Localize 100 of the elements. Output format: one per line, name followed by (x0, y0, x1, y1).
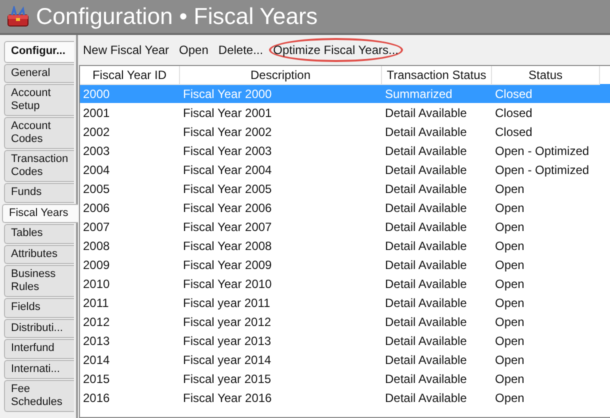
sidebar-tab[interactable]: Business Rules (4, 265, 74, 297)
table-cell-text: Detail Available (384, 220, 468, 234)
table-row[interactable]: 2006 Fiscal Year 2006 Detail Available Open (80, 198, 610, 217)
table-cell-text: Closed (494, 106, 534, 120)
table-cell-text: Fiscal Year 2005 (182, 182, 273, 196)
table-cell-text: Detail Available (384, 124, 468, 138)
table-row[interactable]: 2008 Fiscal Year 2008 Detail Available Open (80, 236, 610, 255)
table-cell-text: Fiscal Year 2010 (182, 276, 273, 290)
table-cell-text: Detail Available (384, 258, 468, 272)
table-cell-text: Closed (494, 124, 534, 138)
table-cell-text: Detail Available (384, 276, 468, 290)
table-cell-text: 2011 (82, 296, 110, 310)
toolbox-icon (6, 6, 30, 28)
table-cell-text: Open (494, 238, 526, 252)
table-cell-text: Fiscal Year 2006 (182, 200, 273, 214)
sidebar-tab[interactable]: General (4, 64, 74, 83)
table-cell-text: Fiscal Year 2003 (182, 144, 273, 158)
table-cell-text: 2002 (82, 124, 111, 138)
table-cell-text: Open - Optimized (494, 144, 590, 158)
sidebar-tab[interactable]: Internati... (4, 360, 74, 379)
toolbar-button[interactable]: Delete... (214, 38, 268, 62)
sidebar-tab[interactable]: Transaction Codes (4, 150, 74, 182)
table-cell-text: Fiscal Year 2000 (182, 86, 273, 100)
sidebar-tab[interactable]: Distributi... (4, 318, 74, 338)
table-cell-text: Detail Available (384, 182, 468, 196)
table-row[interactable]: 2001 Fiscal Year 2001 Detail Available Closed (80, 103, 610, 122)
table-cell-text: Detail Available (384, 162, 468, 176)
table-cell-text: 2013 (82, 334, 111, 348)
table-cell-text: Open (494, 182, 526, 196)
table-cell-text: Open (494, 296, 526, 310)
table-cell-text: 2001 (82, 106, 111, 120)
table-cell-text: Detail Available (384, 106, 468, 120)
table-cell-text: Fiscal Year 2004 (182, 162, 273, 176)
table-row[interactable]: 2009 Fiscal Year 2009 Detail Available Open (80, 255, 610, 274)
table-cell-text: Summarized (384, 86, 454, 100)
table-cell-text: Fiscal Year 2001 (182, 106, 273, 120)
table-cell-text: Open - Optimized (494, 162, 590, 176)
sidebar-tab[interactable]: Account Codes (4, 117, 74, 149)
table-row[interactable]: 2012 Fiscal year 2012 Detail Available Open (80, 312, 610, 331)
table-cell-text: 2005 (82, 182, 111, 196)
table-cell-text: Open (494, 390, 526, 404)
table-cell-text: Detail Available (384, 334, 468, 348)
sidebar-tab[interactable]: Funds (4, 183, 74, 202)
table-cell-text: 2008 (82, 238, 111, 252)
toolbar-button[interactable]: Open (175, 38, 212, 62)
table-row[interactable]: 2011 Fiscal year 2011 Detail Available Open (80, 293, 610, 312)
table-cell-text: Detail Available (384, 200, 468, 214)
table-cell-text: Open (494, 372, 526, 386)
table-cell-text: Fiscal Year 2016 (182, 390, 273, 404)
table-cell-text: 2004 (82, 162, 111, 176)
toolbar-button[interactable]: Optimize Fiscal Years... (269, 38, 402, 62)
table-cell-text: Open (494, 200, 526, 214)
table-cell-text: Fiscal Year 2008 (182, 238, 273, 252)
table-cell-text: Fiscal year 2012 (182, 314, 272, 328)
section-header[interactable]: Configur... (4, 41, 74, 62)
table-cell-text: Detail Available (384, 372, 468, 386)
table-row[interactable]: 2007 Fiscal Year 2007 Detail Available Open (80, 217, 610, 236)
table-cell-text: Fiscal Year 2007 (182, 220, 273, 234)
table-cell-text: Open (494, 220, 526, 234)
table-cell-text: Fiscal year 2015 (182, 372, 272, 386)
table-cell-text: 2007 (82, 220, 111, 234)
table-row[interactable]: 2003 Fiscal Year 2003 Detail Available Open - Optimized (80, 141, 610, 160)
table-cell-text: 2000 (82, 86, 111, 100)
table-row[interactable]: 2002 Fiscal Year 2002 Detail Available Closed (80, 122, 610, 141)
table-cell-text: 2006 (82, 200, 111, 214)
table-cell-text: Detail Available (384, 314, 468, 328)
table-row[interactable]: 2010 Fiscal Year 2010 Detail Available Open (80, 274, 610, 293)
table-cell-text: 2010 (82, 276, 111, 290)
table-cell-text: Closed (494, 86, 534, 100)
table-cell-text: 2015 (82, 372, 111, 386)
table-cell-text: Detail Available (384, 296, 468, 310)
toolbar-button[interactable]: New Fiscal Year (79, 38, 174, 62)
table-cell-text: 2012 (82, 314, 111, 328)
table-cell-text: Open (494, 276, 526, 290)
table-cell-text: Open (494, 334, 526, 348)
table-cell-text: Open (494, 258, 526, 272)
table-cell-text: 2009 (82, 258, 111, 272)
table-cell-text: Fiscal Year 2009 (182, 258, 273, 272)
table-cell-text: Fiscal year 2014 (182, 352, 272, 366)
window-title: Configuration • Fiscal Years (36, 3, 318, 30)
table-cell-text: 2016 (82, 390, 111, 404)
table-row[interactable]: 2004 Fiscal Year 2004 Detail Available Open - Optimized (80, 160, 610, 179)
sidebar-tab[interactable]: Interfund (4, 339, 74, 358)
sidebar-tab[interactable]: Attributes (4, 244, 74, 264)
sidebar-tab[interactable]: Fee Schedules (4, 380, 74, 412)
table-cell-text: Detail Available (384, 238, 468, 252)
table-cell-text: Fiscal year 2013 (182, 334, 272, 348)
sidebar-tab[interactable]: Fiscal Years (2, 204, 78, 223)
sidebar-tab[interactable]: Tables (4, 224, 74, 244)
table-row[interactable]: 2005 Fiscal Year 2005 Detail Available Open (80, 179, 610, 198)
table-cell-text: 2003 (82, 144, 111, 158)
table-cell-text: Fiscal Year 2002 (182, 124, 273, 138)
table-row[interactable]: 2015 Fiscal year 2015 Detail Available Open (80, 369, 610, 388)
table-row[interactable]: 2013 Fiscal year 2013 Detail Available Open (80, 331, 610, 350)
sidebar-tab[interactable]: Account Setup (4, 84, 74, 116)
table-row[interactable]: 2014 Fiscal year 2014 Detail Available Open (80, 350, 610, 369)
table-row[interactable]: 2016 Fiscal Year 2016 Detail Available Open (80, 388, 610, 407)
table-cell-text: 2014 (82, 352, 111, 366)
table-cell-text: Detail Available (384, 390, 468, 404)
sidebar-tab[interactable]: Fields (4, 298, 74, 318)
